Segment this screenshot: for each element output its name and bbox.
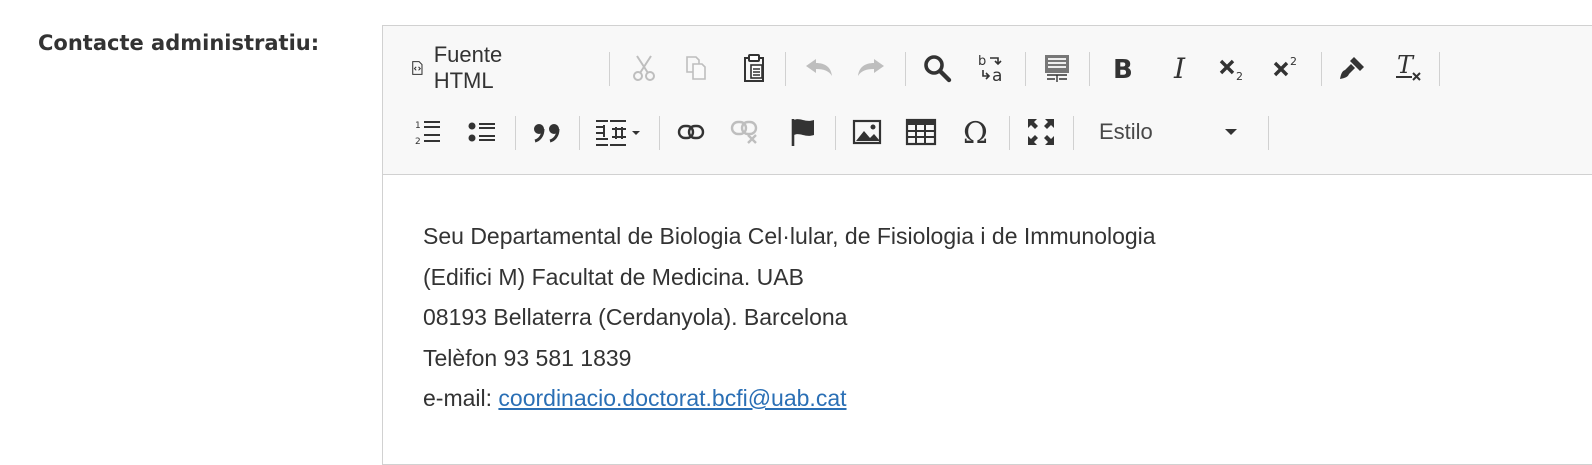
toolbar-separator [1439, 52, 1440, 86]
toolbar-separator [1073, 116, 1074, 150]
superscript-button[interactable]: 2 [1269, 48, 1305, 88]
toolbar-separator [515, 116, 516, 150]
italic-icon: I [1173, 55, 1186, 81]
field-label: Contacte administratiu: [38, 31, 320, 55]
copy-icon [686, 56, 706, 80]
svg-text:b: b [978, 54, 986, 69]
remove-format-icon: T [1396, 53, 1421, 81]
remove-format-button[interactable]: T [1391, 48, 1427, 88]
toolbar-separator [659, 116, 660, 150]
table-button[interactable] [903, 112, 939, 152]
search-icon [924, 55, 952, 83]
unlink-icon [730, 120, 758, 144]
toolbar-separator [1089, 52, 1090, 86]
toolbar-separator [1268, 116, 1269, 150]
email-link[interactable]: coordinacio.doctorat.bcfi@uab.cat [498, 385, 846, 411]
toolbar-separator [785, 52, 786, 86]
select-all-icon [1045, 55, 1069, 82]
undo-button[interactable] [801, 48, 837, 88]
content-line: 08193 Bellaterra (Cerdanyola). Barcelona [423, 304, 848, 330]
find-button[interactable] [919, 48, 955, 88]
rich-text-editor: Fuente HTML ba B I 2 2 T 1 2 Ω Estilo Se… [382, 25, 1592, 465]
unlink-button[interactable] [727, 112, 763, 152]
bulleted-list-icon [468, 122, 495, 142]
replace-icon: ba [978, 54, 1002, 84]
scissors-icon [633, 55, 655, 81]
subscript-icon: 2 [1219, 59, 1243, 81]
paintbrush-icon [1340, 57, 1364, 79]
create-div-button[interactable] [593, 112, 645, 152]
copy-format-button[interactable] [1335, 48, 1371, 88]
toolbar-separator [609, 52, 610, 86]
content-line: Telèfon 93 581 1839 [423, 344, 632, 371]
table-icon [905, 118, 937, 146]
source-icon [412, 61, 423, 75]
content-line: (Edifici M) Facultat de Medicina. UAB [423, 263, 804, 290]
toolbar-separator [579, 116, 580, 150]
toolbar-separator [1321, 52, 1322, 86]
subscript-button[interactable]: 2 [1215, 48, 1251, 88]
svg-text:a: a [992, 66, 1002, 84]
svg-text:I: I [1173, 55, 1186, 81]
flag-icon [791, 119, 814, 146]
create-div-icon [596, 120, 640, 146]
svg-text:Ω: Ω [963, 117, 988, 147]
omega-icon: Ω [963, 117, 988, 147]
svg-text:T: T [1397, 53, 1415, 79]
cut-button[interactable] [627, 48, 661, 88]
style-combo[interactable]: Estilo [1083, 112, 1255, 152]
style-combo-label: Estilo [1099, 119, 1153, 144]
copy-button[interactable] [679, 48, 713, 88]
special-char-button[interactable]: Ω [959, 112, 995, 152]
content-line-email: e-mail: coordinacio.doctorat.bcfi@uab.ca… [423, 378, 1156, 419]
editor-toolbar: Fuente HTML ba B I 2 2 T 1 2 Ω Estilo [383, 26, 1592, 175]
svg-text:B: B [1113, 55, 1133, 81]
blockquote-icon [534, 124, 560, 143]
superscript-icon: 2 [1273, 55, 1297, 77]
source-label: Fuente HTML [433, 42, 503, 93]
content-line: Seu Departamental de Biologia Cel·lular,… [423, 223, 1156, 249]
email-prefix: e-mail: [423, 385, 499, 411]
editor-content[interactable]: Seu Departamental de Biologia Cel·lular,… [423, 216, 1156, 419]
redo-icon [858, 59, 884, 76]
source-button[interactable]: Fuente HTML [411, 42, 512, 93]
bold-button[interactable]: B [1105, 48, 1141, 88]
italic-button[interactable]: I [1163, 48, 1199, 88]
toolbar-separator [1025, 52, 1026, 86]
blockquote-button[interactable] [529, 112, 565, 152]
anchor-button[interactable] [785, 112, 821, 152]
bold-icon: B [1113, 55, 1133, 81]
numbered-list-icon: 12 [415, 121, 440, 146]
chevron-down-icon [1225, 129, 1237, 135]
toolbar-separator [1009, 116, 1010, 150]
select-all-button[interactable] [1039, 48, 1075, 88]
svg-text:2: 2 [1290, 55, 1297, 68]
svg-text:1: 1 [415, 121, 421, 131]
image-button[interactable] [849, 112, 885, 152]
paste-icon [744, 54, 764, 82]
link-icon [677, 124, 705, 140]
bulleted-list-button[interactable] [465, 112, 499, 152]
redo-button[interactable] [853, 48, 889, 88]
svg-text:2: 2 [1236, 70, 1243, 81]
paste-button[interactable] [737, 48, 771, 88]
toolbar-separator [835, 116, 836, 150]
link-button[interactable] [673, 112, 709, 152]
toolbar-separator [905, 52, 906, 86]
svg-text:2: 2 [415, 137, 421, 146]
replace-button[interactable]: ba [975, 48, 1011, 88]
maximize-button[interactable] [1023, 112, 1059, 152]
image-icon [852, 119, 882, 145]
numbered-list-button[interactable]: 12 [411, 112, 445, 152]
maximize-icon [1028, 119, 1054, 145]
undo-icon [806, 59, 832, 76]
